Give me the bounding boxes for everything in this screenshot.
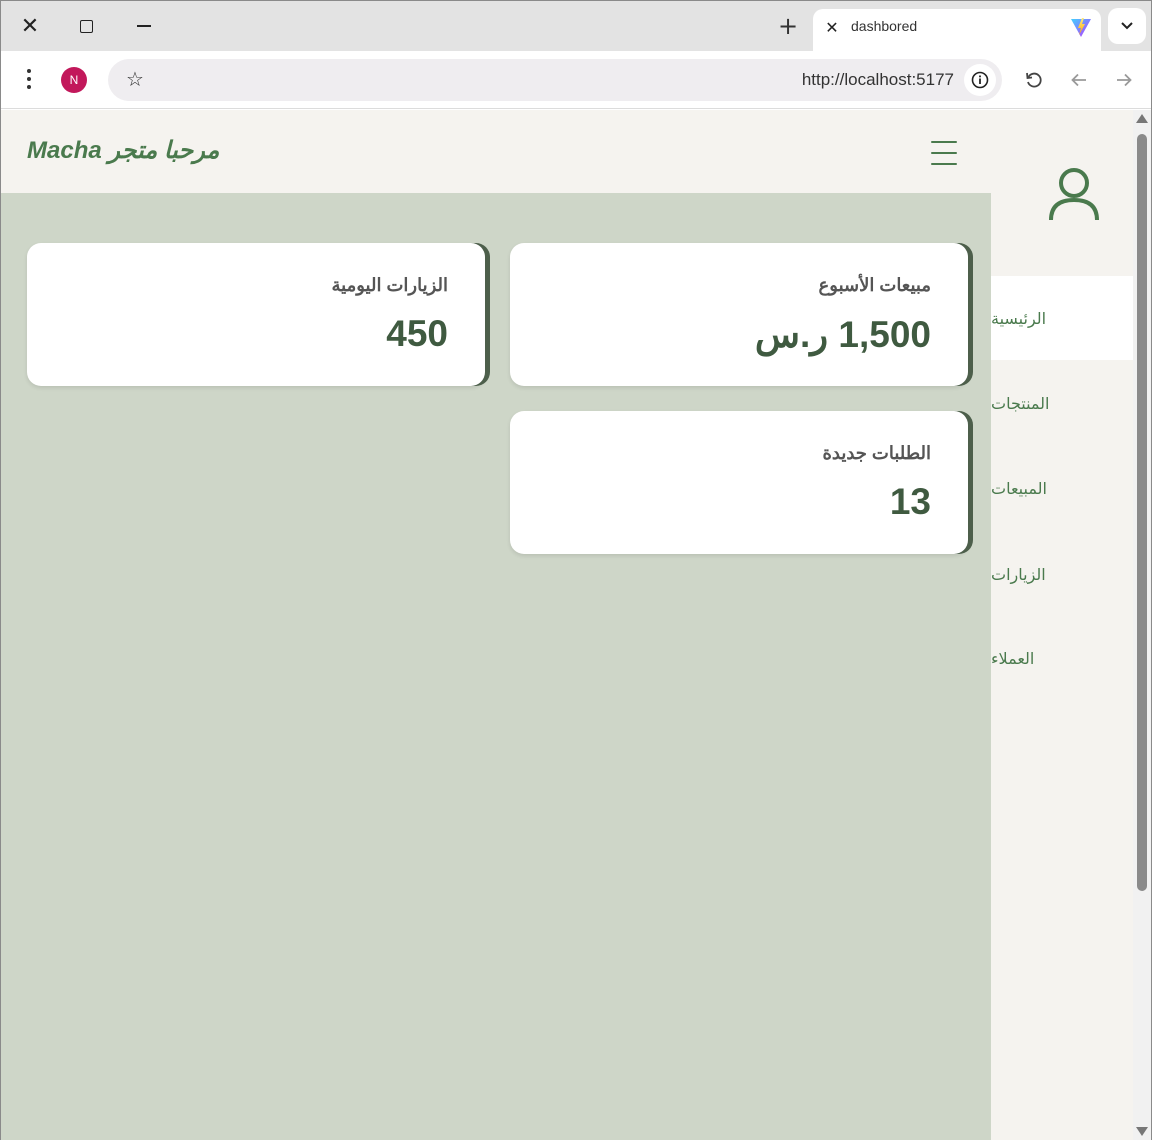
scrollbar-thumb[interactable] [1137, 134, 1147, 891]
back-button[interactable] [1064, 65, 1094, 95]
sidebar: الرئيسية المنتجات المبيعات الزيارات العم… [991, 110, 1133, 1140]
browser-tab-strip: ✕ + ✕ dashbored [1, 1, 1151, 51]
profile-avatar[interactable]: N [61, 67, 87, 93]
sidebar-item-sales[interactable]: المبيعات [991, 446, 1133, 530]
sidebar-item-home[interactable]: الرئيسية [991, 276, 1133, 360]
reload-button[interactable] [1019, 65, 1049, 95]
sidebar-item-label: الزيارات [991, 564, 1046, 584]
sidebar-item-label: المبيعات [991, 478, 1047, 498]
hamburger-menu-icon[interactable] [931, 141, 957, 165]
browser-toolbar: N ☆ http://localhost:5177 [1, 51, 1151, 109]
sidebar-item-products[interactable]: المنتجات [991, 361, 1133, 445]
sidebar-item-label: الرئيسية [991, 308, 1047, 328]
kebab-menu-icon[interactable] [19, 65, 39, 93]
tab-search-button[interactable] [1108, 8, 1146, 44]
card-title: مبيعات الأسبوع [818, 275, 931, 295]
sidebar-item-label: المنتجات [991, 393, 1050, 413]
card-value: 450 [386, 313, 448, 354]
window-maximize-button[interactable] [66, 9, 106, 43]
scroll-down-arrow-icon[interactable] [1136, 1127, 1148, 1136]
chevron-down-icon [1121, 22, 1133, 30]
browser-tab[interactable]: ✕ dashbored [813, 9, 1101, 51]
window-close-button[interactable]: ✕ [10, 9, 50, 43]
card-value: 13 [889, 481, 931, 522]
plus-icon: + [777, 12, 799, 40]
sidebar-item-visits[interactable]: الزيارات [991, 532, 1133, 616]
sidebar-item-label: العملاء [991, 648, 1035, 668]
card-value: 1,500 ر.س [754, 314, 931, 355]
vite-favicon-icon [1071, 18, 1091, 37]
forward-arrow-icon [1117, 73, 1132, 87]
address-bar[interactable]: ☆ http://localhost:5177 [108, 59, 1002, 101]
window-minimize-button[interactable] [124, 9, 164, 43]
url-text[interactable]: http://localhost:5177 [802, 70, 954, 90]
card-title: الطلبات جديدة [822, 443, 931, 463]
scroll-up-arrow-icon[interactable] [1136, 114, 1148, 123]
stat-card-daily-visits: الزيارات اليومية 450 [27, 243, 485, 386]
reload-icon [1026, 72, 1042, 88]
new-tab-button[interactable]: + [771, 11, 805, 41]
top-header: مرحبا متجر Macha [1, 110, 991, 193]
tab-close-button[interactable]: ✕ [823, 17, 841, 37]
stat-card-weekly-sales: مبيعات الأسبوع 1,500 ر.س [510, 243, 968, 386]
maximize-icon [79, 19, 93, 33]
vertical-scrollbar[interactable] [1133, 110, 1151, 1140]
site-info-button[interactable] [964, 64, 996, 96]
close-icon: ✕ [20, 13, 40, 39]
close-icon: ✕ [825, 17, 839, 37]
info-icon [971, 71, 989, 89]
welcome-title: مرحبا متجر Macha [27, 137, 220, 164]
star-icon[interactable]: ☆ [126, 67, 144, 91]
minimize-icon [137, 25, 151, 27]
back-arrow-icon [1071, 73, 1086, 87]
stat-card-new-orders: الطلبات جديدة 13 [510, 411, 968, 554]
forward-button[interactable] [1109, 65, 1139, 95]
tab-title: dashbored [851, 18, 918, 34]
page-viewport: مرحبا متجر Macha الرئيسية المنتجات المبي… [1, 110, 1133, 1140]
user-icon [1049, 168, 1099, 221]
sidebar-item-customers[interactable]: العملاء [991, 616, 1133, 700]
card-title: الزيارات اليومية [331, 275, 449, 295]
